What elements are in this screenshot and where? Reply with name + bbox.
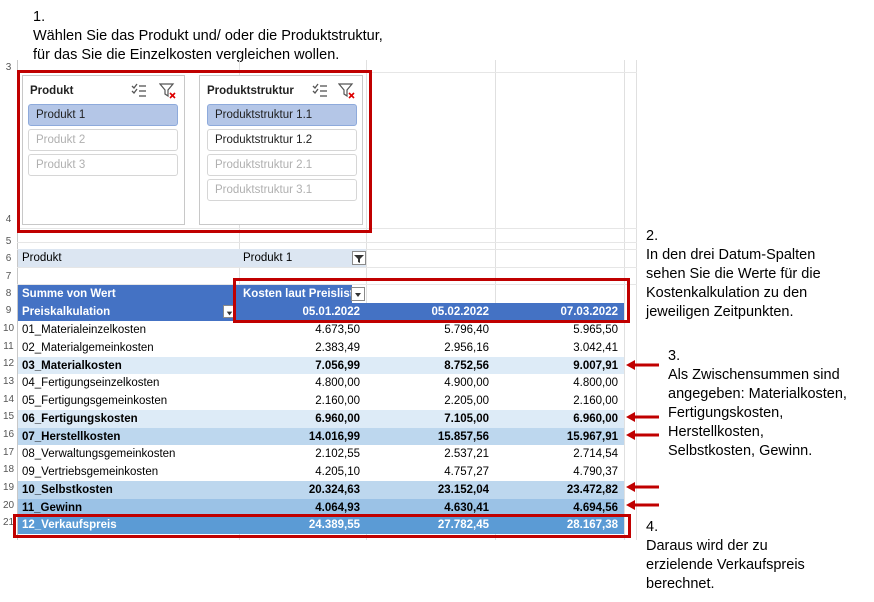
- row-label[interactable]: 04_Fertigungseinzelkosten: [18, 374, 239, 392]
- row-number[interactable]: 13: [0, 376, 17, 387]
- value-cell[interactable]: 20.324,63: [239, 481, 366, 499]
- value-cell[interactable]: 2.537,21: [366, 445, 495, 463]
- annotation-line: Selbstkosten, Gewinn.: [668, 443, 813, 459]
- filter-funnel-icon[interactable]: [352, 251, 366, 265]
- annotation-step-3: 3. Als Zwischensummen sind angegeben: Ma…: [668, 347, 847, 461]
- value-cell[interactable]: 6.960,00: [495, 410, 624, 428]
- annotation-step-4: 4. Daraus wird der zu erzielende Verkauf…: [646, 518, 805, 594]
- value-cell[interactable]: 9.007,91: [495, 357, 624, 375]
- annotation-line: erzielende Verkaufspreis: [646, 557, 805, 573]
- row-number[interactable]: 3: [0, 62, 17, 73]
- value-cell[interactable]: 2.160,00: [495, 392, 624, 410]
- highlight-box-date-columns: [233, 278, 630, 323]
- row-number[interactable]: 11: [0, 341, 17, 352]
- row-number[interactable]: 20: [0, 500, 17, 511]
- value-cell[interactable]: 5.796,40: [366, 321, 495, 339]
- value-cell[interactable]: 7.105,00: [366, 410, 495, 428]
- red-arrow-icon: [626, 482, 659, 492]
- row-label[interactable]: 01_Materialeinzelkosten: [18, 321, 239, 339]
- row-label[interactable]: 05_Fertigungsgemeinkosten: [18, 392, 239, 410]
- value-cell[interactable]: 2.102,55: [239, 445, 366, 463]
- value-cell[interactable]: 4.757,27: [366, 463, 495, 481]
- annotation-line: Als Zwischensummen sind: [668, 367, 840, 383]
- row-number[interactable]: 4: [0, 214, 17, 225]
- row-number[interactable]: 10: [0, 323, 17, 334]
- value-cell[interactable]: 15.967,91: [495, 428, 624, 446]
- annotation-line: 4.: [646, 519, 659, 535]
- annotation-line: Herstellkosten,: [668, 424, 764, 440]
- value-cell[interactable]: 3.042,41: [495, 339, 624, 357]
- annotation-step-2: 2. In den drei Datum-Spalten sehen Sie d…: [646, 227, 821, 322]
- annotation-line: sehen Sie die Werte für die: [646, 266, 821, 282]
- value-cell[interactable]: 15.857,56: [366, 428, 495, 446]
- row-label[interactable]: 06_Fertigungskosten: [18, 410, 239, 428]
- value-cell[interactable]: 2.205,00: [366, 392, 495, 410]
- row-number[interactable]: 8: [0, 288, 17, 299]
- value-cell[interactable]: 4.900,00: [366, 374, 495, 392]
- annotation-step-1: 1. Wählen Sie das Produkt und/ oder die …: [33, 8, 383, 65]
- annotation-line: Wählen Sie das Produkt und/ oder die Pro…: [33, 28, 383, 44]
- red-arrow-icon: [626, 360, 659, 370]
- annotation-line: jeweiligen Zeitpunkten.: [646, 304, 794, 320]
- value-cell[interactable]: 2.714,54: [495, 445, 624, 463]
- value-cell[interactable]: 7.056,99: [239, 357, 366, 375]
- value-cell[interactable]: 4.800,00: [495, 374, 624, 392]
- annotation-line: 2.: [646, 228, 659, 244]
- highlight-box-total-row: [13, 514, 631, 538]
- value-cell[interactable]: 4.205,10: [239, 463, 366, 481]
- row-label[interactable]: 08_Verwaltungsgemeinkosten: [18, 445, 239, 463]
- value-cell[interactable]: 2.956,16: [366, 339, 495, 357]
- row-number[interactable]: 7: [0, 271, 17, 282]
- annotation-line: Daraus wird der zu: [646, 538, 768, 554]
- value-cell[interactable]: 5.965,50: [495, 321, 624, 339]
- row-number[interactable]: 16: [0, 429, 17, 440]
- row-number[interactable]: 14: [0, 394, 17, 405]
- annotation-line: angegeben: Materialkosten,: [668, 386, 847, 402]
- value-cell[interactable]: 23.152,04: [366, 481, 495, 499]
- row-number[interactable]: 6: [0, 253, 17, 264]
- filter-value[interactable]: Produkt 1: [239, 249, 366, 267]
- row-label[interactable]: 10_Selbstkosten: [18, 481, 239, 499]
- value-cell[interactable]: 14.016,99: [239, 428, 366, 446]
- pivot-values-label[interactable]: Summe von Wert: [18, 285, 239, 303]
- value-cell[interactable]: 4.790,37: [495, 463, 624, 481]
- red-arrow-icon: [626, 500, 659, 510]
- value-cell[interactable]: 4.800,00: [239, 374, 366, 392]
- value-cell[interactable]: 2.160,00: [239, 392, 366, 410]
- row-number[interactable]: 19: [0, 482, 17, 493]
- value-cell[interactable]: 8.752,56: [366, 357, 495, 375]
- filter-label[interactable]: Produkt: [18, 249, 239, 267]
- row-label[interactable]: 02_Materialgemeinkosten: [18, 339, 239, 357]
- row-number[interactable]: 17: [0, 447, 17, 458]
- red-arrow-icon: [626, 430, 659, 440]
- annotation-line: 3.: [668, 348, 681, 364]
- value-cell[interactable]: 6.960,00: [239, 410, 366, 428]
- row-number[interactable]: 12: [0, 358, 17, 369]
- highlight-box-slicers: [17, 70, 372, 233]
- value-cell[interactable]: 4.673,50: [239, 321, 366, 339]
- row-number[interactable]: 15: [0, 411, 17, 422]
- row-number[interactable]: 9: [0, 305, 17, 316]
- annotation-line: Fertigungskosten,: [668, 405, 784, 421]
- row-label[interactable]: 09_Vertriebsgemeinkosten: [18, 463, 239, 481]
- value-cell[interactable]: 23.472,82: [495, 481, 624, 499]
- annotation-line: Kostenkalkulation zu den: [646, 285, 808, 301]
- annotation-line: berechnet.: [646, 576, 715, 592]
- pivot-row-field[interactable]: Preiskalkulation: [18, 303, 239, 321]
- row-number[interactable]: 18: [0, 464, 17, 475]
- row-label[interactable]: 03_Materialkosten: [18, 357, 239, 375]
- annotation-line: In den drei Datum-Spalten: [646, 247, 816, 263]
- row-number[interactable]: 5: [0, 236, 17, 247]
- value-cell[interactable]: 2.383,49: [239, 339, 366, 357]
- row-label[interactable]: 07_Herstellkosten: [18, 428, 239, 446]
- annotation-line: 1.: [33, 9, 46, 25]
- red-arrow-icon: [626, 412, 659, 422]
